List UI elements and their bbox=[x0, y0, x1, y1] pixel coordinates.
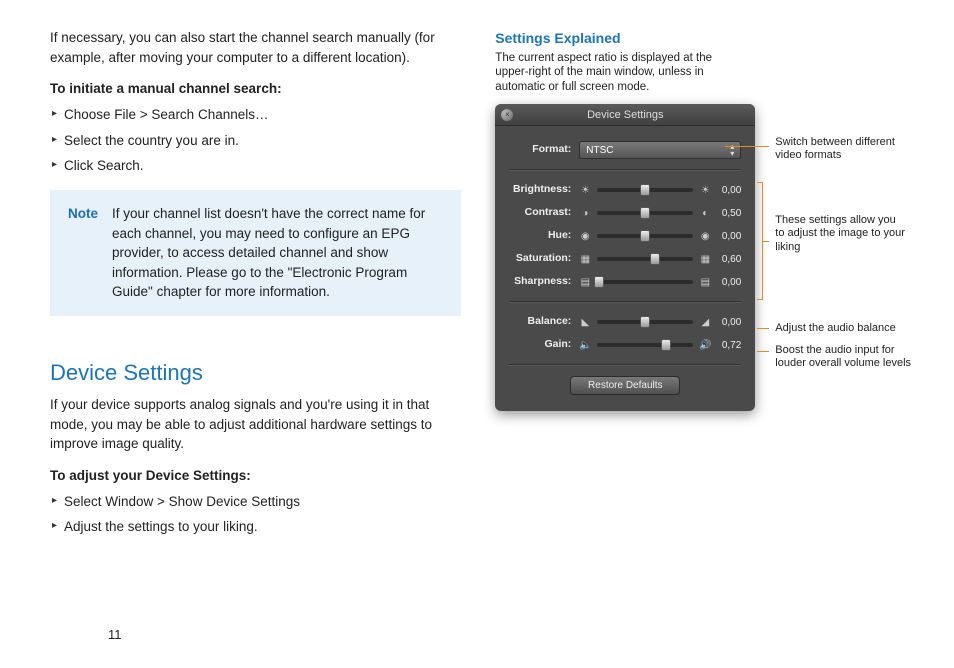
device-settings-figure: × Device Settings Format: NTSC ▴▾ Bright… bbox=[495, 104, 934, 411]
slider-label: Gain: bbox=[509, 337, 571, 353]
ds-steps-heading: To adjust your Device Settings: bbox=[50, 466, 461, 486]
panel-title-bar: × Device Settings bbox=[495, 104, 755, 126]
format-label: Format: bbox=[509, 142, 571, 158]
slider-knob[interactable] bbox=[594, 276, 604, 288]
callout-format: Switch between different video formats bbox=[775, 136, 905, 162]
image-slider-row: Contrast: ◑ ◐0,50 bbox=[509, 204, 741, 222]
note-body: If your channel list doesn't have the co… bbox=[112, 204, 443, 302]
slider-label: Brightness: bbox=[509, 182, 571, 198]
slider-label: Contrast: bbox=[509, 205, 571, 221]
slider-value: 0,60 bbox=[711, 252, 741, 267]
slider-max-icon: ☀ bbox=[699, 183, 711, 198]
slider-label: Saturation: bbox=[509, 251, 571, 267]
slider-max-icon: ▦ bbox=[699, 252, 711, 267]
format-value: NTSC bbox=[586, 143, 613, 158]
slider-value: 0,50 bbox=[711, 206, 741, 221]
slider-min-icon: ▦ bbox=[579, 252, 591, 267]
slider-max-icon: 🔊 bbox=[699, 338, 711, 353]
device-settings-heading: Device Settings bbox=[50, 356, 461, 389]
divider bbox=[509, 364, 741, 366]
restore-defaults-button[interactable]: Restore Defaults bbox=[570, 376, 680, 395]
slider-track[interactable] bbox=[597, 211, 693, 215]
callout-image: These settings allow you to adjust the i… bbox=[775, 214, 907, 254]
slider-track[interactable] bbox=[597, 234, 693, 238]
slider-min-icon: 🔈 bbox=[579, 338, 591, 353]
audio-slider-row: Balance: ◣ ◢0,00 bbox=[509, 313, 741, 331]
slider-min-icon: ◑ bbox=[579, 206, 591, 221]
slider-max-icon: ◢ bbox=[699, 315, 711, 330]
slider-value: 0,00 bbox=[711, 229, 741, 244]
manual-search-heading: To initiate a manual channel search: bbox=[50, 79, 461, 99]
slider-min-icon: ☀ bbox=[579, 183, 591, 198]
image-slider-row: Brightness:☀☀0,00 bbox=[509, 181, 741, 199]
slider-value: 0,00 bbox=[711, 183, 741, 198]
device-settings-panel: × Device Settings Format: NTSC ▴▾ Bright… bbox=[495, 104, 755, 411]
divider bbox=[509, 301, 741, 303]
note-label: Note bbox=[68, 204, 98, 302]
slider-min-icon: ▤ bbox=[579, 275, 591, 290]
slider-min-icon: ◉ bbox=[579, 229, 591, 244]
settings-explained-caption: The current aspect ratio is displayed at… bbox=[495, 51, 715, 94]
slider-track[interactable] bbox=[597, 188, 693, 192]
image-slider-row: Sharpness:▤▤0,00 bbox=[509, 273, 741, 291]
slider-min-icon: ◣ bbox=[579, 315, 591, 330]
slider-value: 0,72 bbox=[711, 338, 741, 353]
close-icon[interactable]: × bbox=[501, 109, 513, 121]
step-item: Choose File > Search Channels… bbox=[52, 105, 461, 125]
step-item: Click Search. bbox=[52, 156, 461, 176]
image-slider-row: Hue:◉◉0,00 bbox=[509, 227, 741, 245]
ds-steps: Select Window > Show Device Settings Adj… bbox=[52, 492, 461, 538]
panel-title: Device Settings bbox=[587, 109, 663, 121]
slider-label: Hue: bbox=[509, 228, 571, 244]
format-select[interactable]: NTSC ▴▾ bbox=[579, 141, 741, 159]
slider-knob[interactable] bbox=[661, 339, 671, 351]
settings-explained-title: Settings Explained bbox=[495, 28, 934, 49]
slider-knob[interactable] bbox=[640, 207, 650, 219]
slider-knob[interactable] bbox=[640, 184, 650, 196]
slider-label: Balance: bbox=[509, 314, 571, 330]
slider-max-icon: ◉ bbox=[699, 229, 711, 244]
slider-knob[interactable] bbox=[650, 253, 660, 265]
callout-balance: Adjust the audio balance bbox=[775, 322, 925, 335]
slider-track[interactable] bbox=[597, 280, 693, 284]
ds-intro-paragraph: If your device supports analog signals a… bbox=[50, 395, 461, 454]
divider bbox=[509, 169, 741, 171]
callout-gain: Boost the audio input for louder overall… bbox=[775, 344, 925, 370]
slider-max-icon: ▤ bbox=[699, 275, 711, 290]
slider-value: 0,00 bbox=[711, 315, 741, 330]
slider-max-icon: ◐ bbox=[699, 206, 711, 221]
slider-value: 0,00 bbox=[711, 275, 741, 290]
audio-slider-row: Gain: 🔈 🔊0,72 bbox=[509, 336, 741, 354]
slider-knob[interactable] bbox=[640, 316, 650, 328]
page-number: 11 bbox=[108, 625, 122, 645]
slider-track[interactable] bbox=[597, 320, 693, 324]
step-item: Adjust the settings to your liking. bbox=[52, 517, 461, 537]
intro-paragraph: If necessary, you can also start the cha… bbox=[50, 28, 461, 67]
manual-search-steps: Choose File > Search Channels… Select th… bbox=[52, 105, 461, 176]
note-box: Note If your channel list doesn't have t… bbox=[50, 190, 461, 316]
slider-label: Sharpness: bbox=[509, 274, 571, 290]
step-item: Select Window > Show Device Settings bbox=[52, 492, 461, 512]
step-item: Select the country you are in. bbox=[52, 131, 461, 151]
slider-knob[interactable] bbox=[640, 230, 650, 242]
image-slider-row: Saturation:▦▦0,60 bbox=[509, 250, 741, 268]
slider-track[interactable] bbox=[597, 257, 693, 261]
slider-track[interactable] bbox=[597, 343, 693, 347]
